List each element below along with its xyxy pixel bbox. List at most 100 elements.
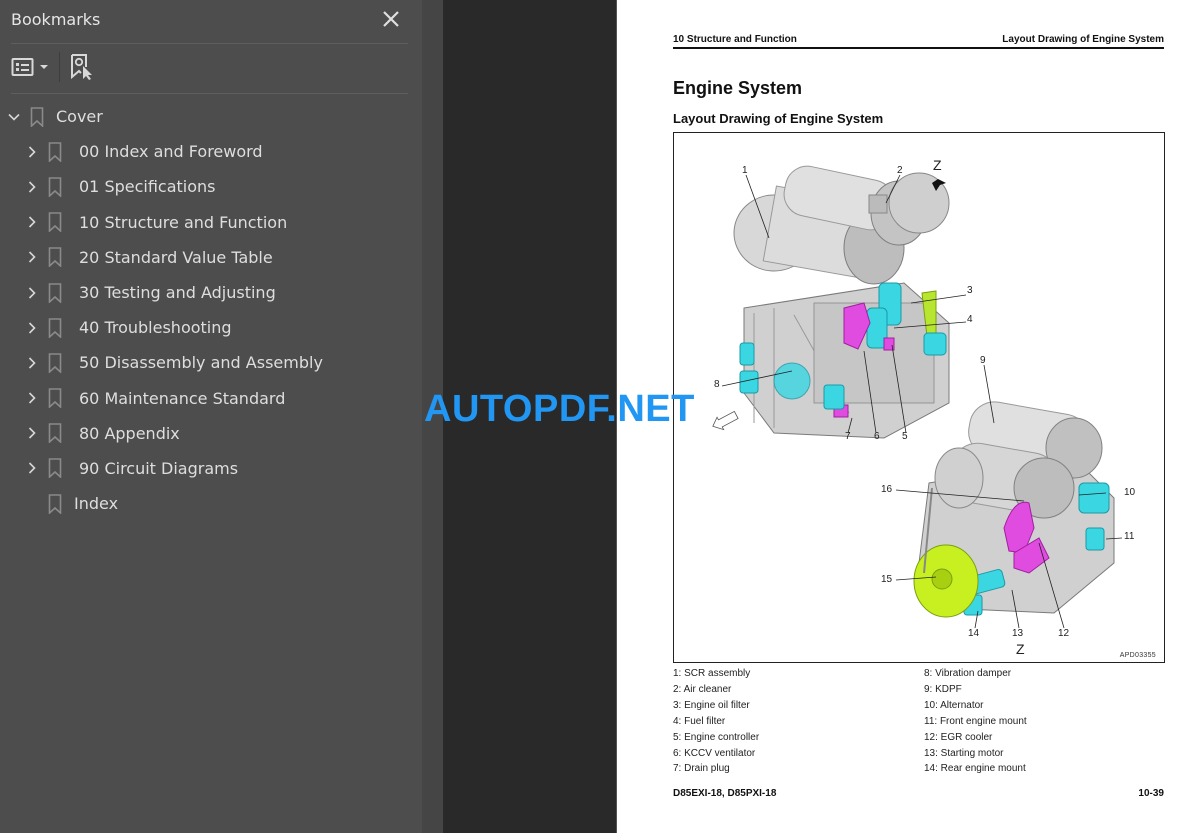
toolbar-separator — [59, 52, 60, 82]
panel-resize-handle[interactable] — [422, 0, 443, 833]
bookmark-label: 50 Disassembly and Assembly — [79, 353, 323, 373]
bookmark-label: 80 Appendix — [79, 423, 180, 443]
view-label-z-bottom: Z — [1016, 641, 1025, 657]
callout-2: 2 — [897, 165, 903, 176]
legend-item: 13: Starting motor — [924, 747, 1004, 759]
chevron-right-icon[interactable] — [25, 321, 39, 335]
legend-item: 1: SCR assembly — [673, 668, 751, 679]
callout-6: 6 — [874, 431, 880, 442]
bookmarks-panel: Bookmarks Cover 00 Index and Foreword 01… — [0, 0, 422, 833]
legend-item: 11: Front engine mount — [924, 715, 1027, 727]
bookmark-30-testing-and-adjusting[interactable]: 30 Testing and Adjusting — [0, 275, 422, 310]
chevron-right-icon[interactable] — [25, 180, 39, 194]
bookmark-80-appendix[interactable]: 80 Appendix — [0, 416, 422, 451]
legend-item: 6: KCCV ventilator — [673, 747, 756, 759]
callout-15: 15 — [881, 574, 893, 585]
callout-10: 10 — [1124, 487, 1136, 498]
bookmark-icon — [48, 212, 62, 233]
close-icon — [383, 11, 399, 27]
running-header-topic: Layout Drawing of Engine System — [1002, 34, 1164, 45]
bookmarks-title: Bookmarks — [11, 10, 101, 29]
bookmark-tree: Cover 00 Index and Foreword 01 Specifica… — [0, 99, 422, 521]
bookmark-00-index-and-foreword[interactable]: 00 Index and Foreword — [0, 134, 422, 169]
legend-item: 7: Drain plug — [673, 763, 730, 775]
chevron-right-icon[interactable] — [25, 286, 39, 300]
divider — [11, 93, 408, 94]
bookmark-10-structure-and-function[interactable]: 10 Structure and Function — [0, 205, 422, 240]
bookmark-label: 01 Specifications — [79, 177, 216, 197]
bookmark-90-circuit-diagrams[interactable]: 90 Circuit Diagrams — [0, 451, 422, 486]
legend-item: 8: Vibration damper — [924, 668, 1012, 679]
front-direction-icon — [712, 410, 739, 431]
chevron-right-icon[interactable] — [25, 250, 39, 264]
bookmark-label: 00 Index and Foreword — [79, 142, 263, 162]
bookmark-icon — [48, 353, 62, 373]
chevron-right-icon[interactable] — [25, 215, 39, 229]
bookmark-icon — [48, 282, 62, 303]
callout-16: 16 — [881, 484, 893, 495]
page-number: 10-39 — [1138, 788, 1164, 799]
page-title: Engine System — [673, 78, 803, 98]
bookmark-cover[interactable]: Cover — [0, 99, 422, 134]
bookmark-icon — [48, 141, 62, 162]
close-button[interactable] — [380, 8, 402, 30]
chevron-down-icon[interactable] — [7, 110, 21, 124]
header-rule — [673, 47, 1164, 49]
footer-model: D85EXI-18, D85PXI-18 — [673, 788, 777, 799]
find-current-bookmark-button[interactable] — [69, 52, 95, 82]
bookmark-label: 40 Troubleshooting — [79, 318, 232, 338]
bookmark-60-maintenance-standard[interactable]: 60 Maintenance Standard — [0, 381, 422, 416]
options-menu-button[interactable] — [11, 52, 50, 82]
bookmark-label: 10 Structure and Function — [79, 212, 288, 232]
legend-item: 4: Fuel filter — [673, 715, 726, 727]
callout-1: 1 — [742, 165, 748, 176]
lower-engine-illustration — [913, 401, 1115, 618]
legend-item: 3: Engine oil filter — [673, 699, 750, 711]
running-header-section: 10 Structure and Function — [673, 34, 797, 45]
bookmark-20-standard-value-table[interactable]: 20 Standard Value Table — [0, 240, 422, 275]
chevron-right-icon[interactable] — [25, 356, 39, 370]
bookmark-50-disassembly-and-assembly[interactable]: 50 Disassembly and Assembly — [0, 345, 422, 380]
legend-item: 9: KDPF — [924, 683, 962, 695]
bookmark-icon — [48, 177, 62, 197]
page-subtitle: Layout Drawing of Engine System — [673, 111, 884, 126]
bookmark-icon — [48, 423, 62, 444]
bookmark-01-specifications[interactable]: 01 Specifications — [0, 169, 422, 204]
bookmark-index[interactable]: Index — [0, 486, 422, 521]
engine-layout-figure: 1 2 3 4 5 6 7 8 9 10 11 12 13 14 15 16 Z… — [673, 132, 1165, 663]
bookmarks-toolbar — [11, 52, 408, 84]
bookmark-label: 30 Testing and Adjusting — [79, 283, 276, 303]
callout-9: 9 — [980, 355, 986, 366]
callout-8: 8 — [714, 379, 720, 390]
find-current-bookmark-icon — [71, 54, 92, 80]
callout-4: 4 — [967, 314, 973, 325]
callout-11: 11 — [1124, 531, 1135, 542]
engine-drawing — [712, 165, 1123, 629]
chevron-right-icon[interactable] — [25, 391, 39, 405]
callout-12: 12 — [1058, 628, 1070, 639]
upper-engine-illustration — [733, 165, 950, 439]
bookmark-icon — [48, 247, 62, 268]
bookmark-label: Index — [74, 494, 119, 514]
bookmark-40-troubleshooting[interactable]: 40 Troubleshooting — [0, 310, 422, 345]
callout-14: 14 — [968, 628, 980, 639]
bookmark-label: 60 Maintenance Standard — [79, 388, 286, 408]
bookmark-icon — [48, 458, 62, 479]
legend-item: 2: Air cleaner — [673, 683, 732, 695]
divider — [11, 43, 408, 44]
bookmark-icon — [48, 317, 62, 338]
chevron-right-icon[interactable] — [25, 461, 39, 475]
caret-down-icon — [40, 65, 48, 69]
bookmark-icon — [48, 388, 62, 409]
callout-3: 3 — [967, 285, 973, 296]
chevron-right-icon[interactable] — [25, 145, 39, 159]
legend-item: 12: EGR cooler — [924, 731, 993, 743]
bookmark-icon — [30, 106, 44, 127]
bookmark-label: 20 Standard Value Table — [79, 247, 273, 267]
pdf-page: 10 Structure and Function Layout Drawing… — [616, 0, 1200, 833]
bookmark-label: Cover — [56, 107, 103, 127]
chevron-right-icon[interactable] — [25, 426, 39, 440]
list-options-icon — [11, 58, 34, 76]
callout-7: 7 — [845, 431, 851, 442]
legend-column-1: 1: SCR assembly 2: Air cleaner 3: Engine… — [673, 666, 759, 777]
